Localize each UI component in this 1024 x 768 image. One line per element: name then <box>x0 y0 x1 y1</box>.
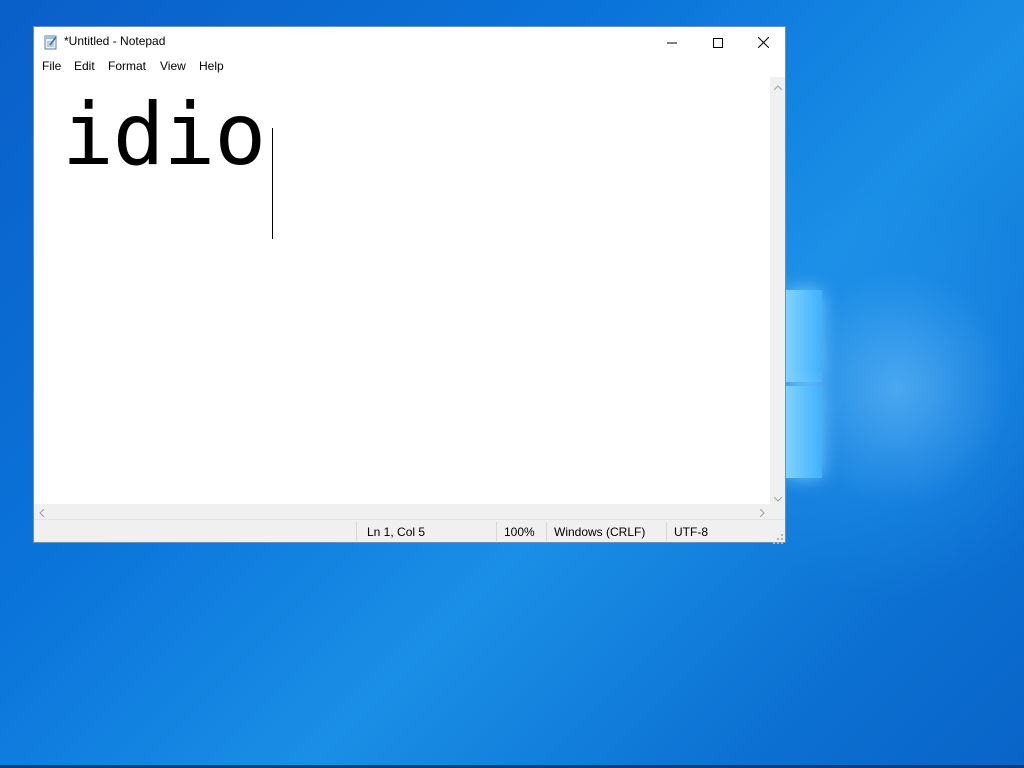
status-divider <box>546 522 547 541</box>
chevron-up-icon <box>773 75 782 94</box>
status-bar: Ln 1, Col 5 100% Windows (CRLF) UTF-8 <box>34 519 785 544</box>
windows-logo-icon <box>786 290 822 480</box>
menu-help[interactable]: Help <box>198 59 225 73</box>
status-divider <box>356 522 357 541</box>
menu-format[interactable]: Format <box>107 59 147 73</box>
menu-view[interactable]: View <box>159 59 187 73</box>
maximize-icon <box>713 33 723 52</box>
text-editor[interactable]: idio <box>34 77 770 504</box>
menu-edit[interactable]: Edit <box>73 59 96 73</box>
status-zoom: 100% <box>504 525 535 539</box>
scroll-left-button[interactable] <box>34 504 49 519</box>
maximize-button[interactable] <box>695 27 741 57</box>
scroll-up-button[interactable] <box>770 77 785 92</box>
close-button[interactable] <box>740 27 786 57</box>
menu-bar: File Edit Format View Help <box>34 57 785 77</box>
minimize-icon <box>667 33 677 52</box>
editor-text[interactable]: idio <box>62 83 266 187</box>
notepad-icon <box>43 34 59 50</box>
status-encoding: UTF-8 <box>674 525 708 539</box>
status-line-ending: Windows (CRLF) <box>554 525 646 539</box>
scroll-right-button[interactable] <box>755 504 770 519</box>
scroll-down-button[interactable] <box>770 489 785 504</box>
horizontal-scrollbar[interactable] <box>34 504 770 519</box>
status-divider <box>496 522 497 541</box>
window-title: *Untitled - Notepad <box>64 34 166 48</box>
notepad-window[interactable]: *Untitled - Notepad File Edit Format Vie… <box>33 26 786 544</box>
status-divider <box>666 522 667 541</box>
resize-grip-icon[interactable] <box>773 529 783 544</box>
scrollbar-corner <box>770 504 785 519</box>
minimize-button[interactable] <box>649 27 695 57</box>
text-caret <box>272 128 273 239</box>
close-icon <box>757 33 769 52</box>
menu-file[interactable]: File <box>41 59 62 73</box>
title-bar[interactable]: *Untitled - Notepad <box>34 27 785 57</box>
vertical-scrollbar[interactable] <box>770 77 785 504</box>
status-cursor-position: Ln 1, Col 5 <box>367 525 426 539</box>
